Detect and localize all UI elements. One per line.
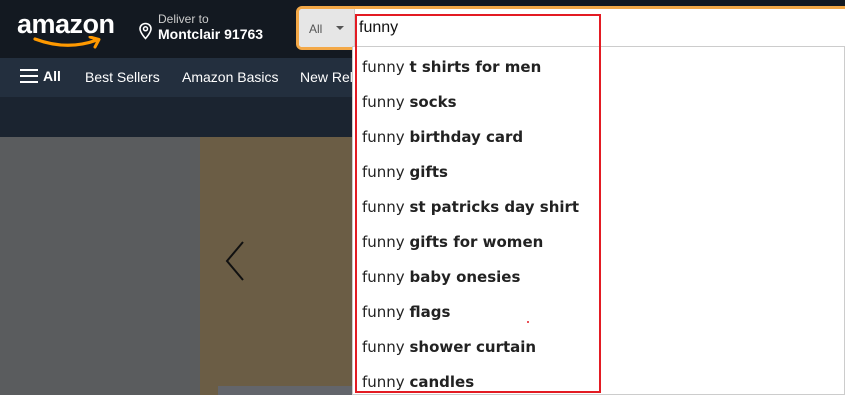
search-input[interactable] <box>359 9 845 47</box>
annotation-dot <box>527 321 529 323</box>
deliver-to-label: Deliver to <box>158 12 209 26</box>
nav-all-menu[interactable]: All <box>20 68 61 84</box>
logo-text: amazon <box>17 9 115 39</box>
hamburger-icon <box>20 69 38 83</box>
search-bar: All <box>296 6 845 50</box>
hero-card-strip <box>218 386 358 395</box>
suggestion-item[interactable]: funny birthday card <box>362 120 523 155</box>
suggestion-item[interactable]: funny st patricks day shirt <box>362 190 579 225</box>
nav-item-amazon-basics[interactable]: Amazon Basics <box>182 69 278 85</box>
suggestion-item[interactable]: funny flags <box>362 295 450 330</box>
suggestion-item[interactable]: funny t shirts for men <box>362 50 541 85</box>
amazon-logo[interactable]: amazon <box>17 9 117 49</box>
deliver-location: Montclair 91763 <box>158 26 264 42</box>
hero-banner-left <box>0 137 200 395</box>
amazon-smile-icon <box>33 36 101 49</box>
chevron-left-icon[interactable] <box>223 240 247 282</box>
suggestion-item[interactable]: funny socks <box>362 85 457 120</box>
suggestion-item[interactable]: funny gifts for women <box>362 225 543 260</box>
search-category-dropdown[interactable]: All <box>299 9 355 47</box>
suggestion-item[interactable]: funny candles <box>362 365 474 395</box>
nav-item-best-sellers[interactable]: Best Sellers <box>85 69 160 85</box>
nav-all-label: All <box>43 68 61 84</box>
suggestion-item[interactable]: funny shower curtain <box>362 330 536 365</box>
nav-item-new-releases[interactable]: New Rel <box>300 69 353 85</box>
search-category-label: All <box>309 22 323 36</box>
caret-down-icon <box>336 26 344 30</box>
search-suggestions-dropdown: funny t shirts for men funny socks funny… <box>352 46 845 395</box>
suggestion-item[interactable]: funny gifts <box>362 155 448 190</box>
suggestion-item[interactable]: funny baby onesies <box>362 260 520 295</box>
map-pin-icon <box>139 22 152 40</box>
